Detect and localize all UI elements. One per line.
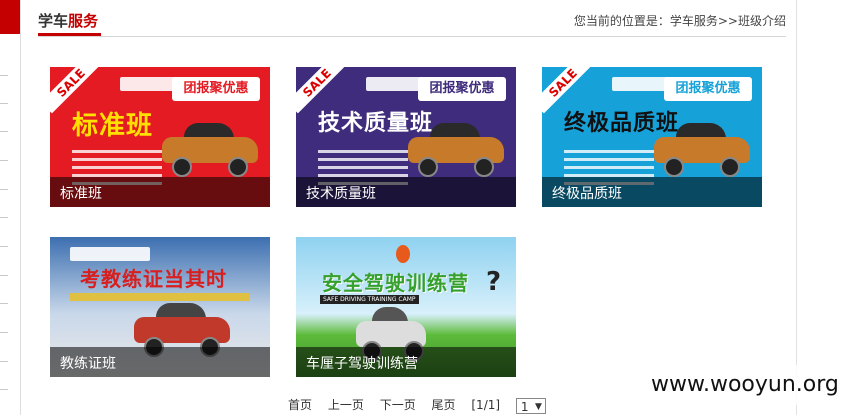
car-image xyxy=(408,121,504,177)
group-discount-tag: 团报聚优惠 xyxy=(418,77,506,101)
left-strip-divider xyxy=(0,103,8,104)
balloon-icon xyxy=(396,245,410,263)
pager-next[interactable]: 下一页 xyxy=(380,398,416,412)
car-image xyxy=(654,121,750,177)
card-caption-bar: 标准班 xyxy=(50,177,270,207)
pagination: 首页 上一页 下一页 尾页 [1/1] 1 ▼ xyxy=(288,396,546,414)
poster-subtitle: SAFE DRIVING TRAINING CAMP xyxy=(320,295,419,304)
left-sidebar-strip xyxy=(0,0,21,415)
content-right-border xyxy=(796,0,797,415)
left-strip-accent xyxy=(0,0,20,34)
card-caption[interactable]: 教练证班 xyxy=(60,353,116,373)
left-strip-divider xyxy=(0,160,8,161)
car-image xyxy=(134,301,230,357)
breadcrumb: 您当前的位置是：学车服务>>班级介绍 xyxy=(573,14,786,28)
left-strip-divider xyxy=(0,75,8,76)
left-strip-divider xyxy=(0,389,8,390)
card-caption-bar: 技术质量班 xyxy=(296,177,516,207)
class-card-technical-quality[interactable]: SALE 团报聚优惠 技术质量班 技术质量班 xyxy=(296,67,516,207)
class-card-coach-certificate[interactable]: 考教练证当其时 教练证班 xyxy=(50,237,270,377)
class-card-ultimate-quality[interactable]: SALE 团报聚优惠 终极品质班 终极品质班 xyxy=(542,67,762,207)
section-title-black: 学车 xyxy=(38,12,69,30)
pager-first[interactable]: 首页 xyxy=(288,398,312,412)
pager-info: [1/1] xyxy=(471,398,501,412)
question-mark-icon: ? xyxy=(486,267,502,297)
left-strip-divider xyxy=(0,275,8,276)
card-caption[interactable]: 终极品质班 xyxy=(552,183,622,203)
poster-banner-strip xyxy=(70,293,250,301)
school-logo xyxy=(70,247,150,261)
poster-headline: 考教练证当其时 xyxy=(80,267,227,291)
page-select[interactable]: 1 ▼ xyxy=(515,397,546,414)
section-header: 学车服务 您当前的位置是：学车服务>>班级介绍 xyxy=(38,0,786,37)
section-title-red: 服务 xyxy=(68,12,99,30)
card-caption[interactable]: 车厘子驾驶训练营 xyxy=(306,353,418,373)
left-strip-divider xyxy=(0,246,8,247)
pager-prev[interactable]: 上一页 xyxy=(328,398,364,412)
section-title: 学车服务 xyxy=(38,10,98,31)
card-caption-bar: 教练证班 xyxy=(50,347,270,377)
group-discount-tag: 团报聚优惠 xyxy=(664,77,752,101)
left-strip-divider xyxy=(0,217,8,218)
left-strip-divider xyxy=(0,303,8,304)
page-select-value: 1 xyxy=(520,399,529,414)
section-title-underline xyxy=(38,33,101,36)
card-caption[interactable]: 技术质量班 xyxy=(306,183,376,203)
watermark: www.wooyun.org xyxy=(651,372,839,397)
poster-headline: 标准班 xyxy=(72,111,154,141)
chevron-down-icon: ▼ xyxy=(534,401,542,412)
class-card-standard[interactable]: SALE 团报聚优惠 标准班 标准班 xyxy=(50,67,270,207)
poster-headline: 安全驾驶训练营 xyxy=(322,271,469,295)
class-card-driving-camp[interactable]: 安全驾驶训练营 SAFE DRIVING TRAINING CAMP ? 车厘子… xyxy=(296,237,516,377)
pager-last[interactable]: 尾页 xyxy=(432,398,456,412)
car-image xyxy=(162,121,258,177)
card-caption[interactable]: 标准班 xyxy=(60,183,102,203)
card-caption-bar: 车厘子驾驶训练营 xyxy=(296,347,516,377)
left-strip-divider xyxy=(0,361,8,362)
left-strip-divider xyxy=(0,332,8,333)
card-caption-bar: 终极品质班 xyxy=(542,177,762,207)
left-strip-divider xyxy=(0,131,8,132)
group-discount-tag: 团报聚优惠 xyxy=(172,77,260,101)
car-image xyxy=(356,305,426,361)
left-strip-divider xyxy=(0,189,8,190)
